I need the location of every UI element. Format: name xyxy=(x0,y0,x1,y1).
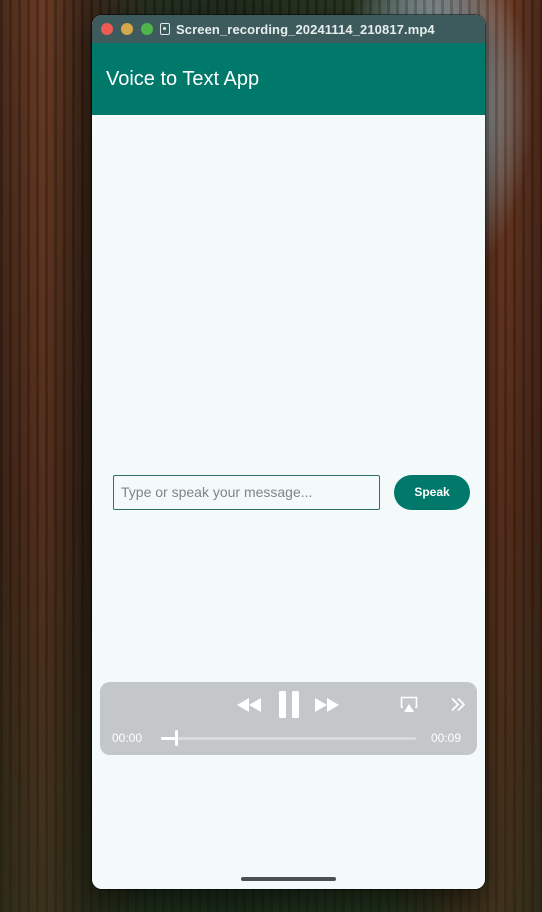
file-icon xyxy=(160,23,170,35)
close-window-button[interactable] xyxy=(101,23,113,35)
window-title-group: Screen_recording_20241114_210817.mp4 xyxy=(160,15,435,43)
input-row: Speak xyxy=(113,474,471,510)
scrubber-progress xyxy=(161,737,177,740)
message-input[interactable] xyxy=(113,474,380,510)
chevron-double-right-icon[interactable] xyxy=(450,697,466,712)
current-time: 00:00 xyxy=(112,731,143,745)
video-player-controls: 00:00 00:09 xyxy=(100,682,477,755)
app-bar: Voice to Text App xyxy=(92,43,485,115)
scrubber-handle[interactable] xyxy=(175,730,179,746)
fast-forward-icon[interactable] xyxy=(315,698,339,712)
pause-icon[interactable] xyxy=(279,691,299,718)
video-window: Screen_recording_20241114_210817.mp4 Voi… xyxy=(92,15,485,889)
home-indicator xyxy=(241,877,336,881)
app-title: Voice to Text App xyxy=(106,67,260,90)
total-time: 00:09 xyxy=(431,731,462,745)
zoom-window-button[interactable] xyxy=(141,23,153,35)
traffic-lights xyxy=(101,23,153,35)
airplay-icon[interactable] xyxy=(400,696,418,713)
minimize-window-button[interactable] xyxy=(121,23,133,35)
rewind-icon[interactable] xyxy=(237,698,261,712)
scrubber-track[interactable] xyxy=(161,730,416,746)
speak-button[interactable]: Speak xyxy=(394,474,470,510)
window-titlebar[interactable]: Screen_recording_20241114_210817.mp4 xyxy=(92,15,485,43)
app-content: Speak xyxy=(92,115,485,889)
window-title: Screen_recording_20241114_210817.mp4 xyxy=(176,21,435,37)
